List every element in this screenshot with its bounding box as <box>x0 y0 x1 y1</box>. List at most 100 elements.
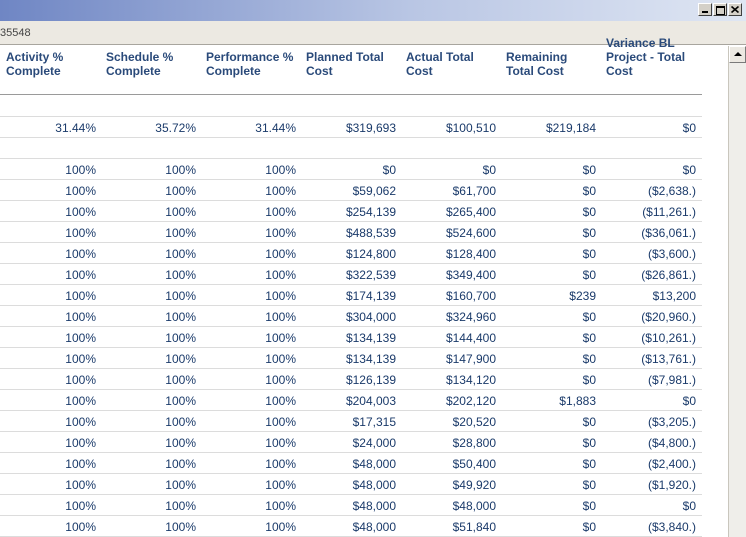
cell-remaining-total-cost: $0 <box>582 226 596 240</box>
vertical-scrollbar[interactable] <box>728 46 746 537</box>
cell-activity-complete: 100% <box>65 352 96 366</box>
table-row[interactable]: 100% 100% 100% $204,003 $202,120 $1,883 $0 <box>0 390 702 411</box>
table-row[interactable]: 100% 100% 100% $48,000 $51,840 $0 ($3,840.) <box>0 516 702 537</box>
maximize-button[interactable] <box>713 3 727 16</box>
column-header-remaining-total-cost[interactable]: Remaining Total Cost <box>506 50 567 78</box>
header-label-line: Cost <box>406 64 433 78</box>
table-row-summary[interactable]: 31.44% 35.72% 31.44% $319,693 $100,510 $219,1… <box>0 117 702 138</box>
cell-performance-complete: 100% <box>265 478 296 492</box>
cell-remaining-total-cost: $0 <box>582 499 596 513</box>
column-header-schedule-complete[interactable]: Schedule % Complete <box>106 50 173 78</box>
cell-variance-bl-total-cost: $13,200 <box>652 289 696 303</box>
header-label-line: Complete <box>6 64 61 78</box>
cell-remaining-total-cost: $0 <box>582 310 596 324</box>
cell-activity-complete: 100% <box>65 415 96 429</box>
header-label-line: Complete <box>106 64 161 78</box>
cell-activity-complete: 100% <box>65 268 96 282</box>
table-row[interactable]: 100% 100% 100% $174,139 $160,700 $239 $13,200 <box>0 285 702 306</box>
column-header-performance-complete[interactable]: Performance % Complete <box>206 50 293 78</box>
column-header-planned-total-cost[interactable]: Planned Total Cost <box>306 50 384 78</box>
table-row[interactable]: 100% 100% 100% $304,000 $324,960 $0 ($20,960.) <box>0 306 702 327</box>
column-header-actual-total-cost[interactable]: Actual Total Cost <box>406 50 474 78</box>
cell-performance-complete: 100% <box>265 268 296 282</box>
cell-remaining-total-cost: $0 <box>582 478 596 492</box>
cell-actual-total-cost: $128,400 <box>445 247 496 261</box>
cell-activity-complete: 100% <box>65 499 96 513</box>
table-row[interactable]: 100% 100% 100% $124,800 $128,400 $0 ($3,600.) <box>0 243 702 264</box>
cell-variance-bl-total-cost: $0 <box>682 394 696 408</box>
cell-variance-bl-total-cost: ($26,861.) <box>641 268 696 282</box>
table-row[interactable]: 100% 100% 100% $126,139 $134,120 $0 ($7,981.) <box>0 369 702 390</box>
cell-planned-total-cost: $319,693 <box>345 121 396 135</box>
table-row[interactable]: 100% 100% 100% $488,539 $524,600 $0 ($36,061.) <box>0 222 702 243</box>
cell-variance-bl-total-cost: ($2,638.) <box>647 184 696 198</box>
cell-planned-total-cost: $48,000 <box>352 457 396 471</box>
cell-performance-complete: 100% <box>265 520 296 534</box>
column-header-variance-bl-project-total-cost[interactable]: Variance BL Project - Total Cost <box>606 36 685 78</box>
cell-schedule-complete: 100% <box>165 331 196 345</box>
table-row[interactable]: 100% 100% 100% $0 $0 $0 $0 <box>0 159 702 180</box>
table-row-blank[interactable] <box>0 96 702 117</box>
window-title-bar[interactable] <box>0 0 746 21</box>
cell-schedule-complete: 100% <box>165 352 196 366</box>
table-row[interactable]: 100% 100% 100% $134,139 $144,400 $0 ($10,261.) <box>0 327 702 348</box>
cell-schedule-complete: 100% <box>165 436 196 450</box>
cell-actual-total-cost: $48,000 <box>452 499 496 513</box>
scroll-up-arrow-icon[interactable] <box>729 46 746 63</box>
table-header: Activity % Complete Schedule % Complete … <box>0 36 728 95</box>
cell-variance-bl-total-cost: ($7,981.) <box>647 373 696 387</box>
table-row[interactable]: 100% 100% 100% $17,315 $20,520 $0 ($3,205.) <box>0 411 702 432</box>
cell-planned-total-cost: $204,003 <box>345 394 396 408</box>
cell-performance-complete: 100% <box>265 247 296 261</box>
cell-schedule-complete: 100% <box>165 499 196 513</box>
cell-schedule-complete: 100% <box>165 289 196 303</box>
cell-activity-complete: 100% <box>65 226 96 240</box>
cell-schedule-complete: 100% <box>165 184 196 198</box>
cell-performance-complete: 100% <box>265 163 296 177</box>
table-row[interactable]: 100% 100% 100% $322,539 $349,400 $0 ($26,861.) <box>0 264 702 285</box>
header-label-line: Complete <box>206 64 261 78</box>
cell-performance-complete: 100% <box>265 373 296 387</box>
table-row[interactable]: 100% 100% 100% $48,000 $50,400 $0 ($2,400.) <box>0 453 702 474</box>
cell-planned-total-cost: $48,000 <box>352 499 396 513</box>
header-label-line: Variance BL <box>606 36 675 50</box>
cell-schedule-complete: 100% <box>165 247 196 261</box>
cell-actual-total-cost: $202,120 <box>445 394 496 408</box>
cell-remaining-total-cost: $0 <box>582 436 596 450</box>
cell-variance-bl-total-cost: $0 <box>682 163 696 177</box>
cell-planned-total-cost: $17,315 <box>352 415 396 429</box>
table-row[interactable]: 100% 100% 100% $134,139 $147,900 $0 ($13,761.) <box>0 348 702 369</box>
cell-actual-total-cost: $349,400 <box>445 268 496 282</box>
cell-actual-total-cost: $134,120 <box>445 373 496 387</box>
close-button[interactable] <box>728 3 742 16</box>
cell-performance-complete: 31.44% <box>255 121 296 135</box>
table-row[interactable]: 100% 100% 100% $59,062 $61,700 $0 ($2,638.) <box>0 180 702 201</box>
header-label-line: Actual Total <box>406 50 474 64</box>
cell-remaining-total-cost: $0 <box>582 163 596 177</box>
column-header-activity-complete[interactable]: Activity % Complete <box>6 50 63 78</box>
minimize-button[interactable] <box>698 3 712 16</box>
cell-schedule-complete: 100% <box>165 520 196 534</box>
cell-actual-total-cost: $0 <box>482 163 496 177</box>
cell-remaining-total-cost: $0 <box>582 268 596 282</box>
table-row[interactable]: 100% 100% 100% $48,000 $49,920 $0 ($1,920.) <box>0 474 702 495</box>
cell-planned-total-cost: $488,539 <box>345 226 396 240</box>
cell-planned-total-cost: $48,000 <box>352 520 396 534</box>
header-label-line: Total Cost <box>506 64 564 78</box>
table-row-blank[interactable] <box>0 138 702 159</box>
cell-planned-total-cost: $174,139 <box>345 289 396 303</box>
table-row[interactable]: 100% 100% 100% $254,139 $265,400 $0 ($11,261.) <box>0 201 702 222</box>
cell-planned-total-cost: $59,062 <box>352 184 396 198</box>
cell-remaining-total-cost: $0 <box>582 331 596 345</box>
table-row[interactable]: 100% 100% 100% $24,000 $28,800 $0 ($4,800.) <box>0 432 702 453</box>
cell-performance-complete: 100% <box>265 310 296 324</box>
cell-activity-complete: 100% <box>65 457 96 471</box>
cell-variance-bl-total-cost: ($11,261.) <box>642 205 696 219</box>
cell-schedule-complete: 100% <box>165 415 196 429</box>
cell-schedule-complete: 100% <box>165 457 196 471</box>
cell-variance-bl-total-cost: ($20,960.) <box>641 310 696 324</box>
table-row[interactable]: 100% 100% 100% $48,000 $48,000 $0 $0 <box>0 495 702 516</box>
header-label-line: Performance % <box>206 50 294 64</box>
cell-actual-total-cost: $28,800 <box>452 436 496 450</box>
cell-remaining-total-cost: $0 <box>582 352 596 366</box>
